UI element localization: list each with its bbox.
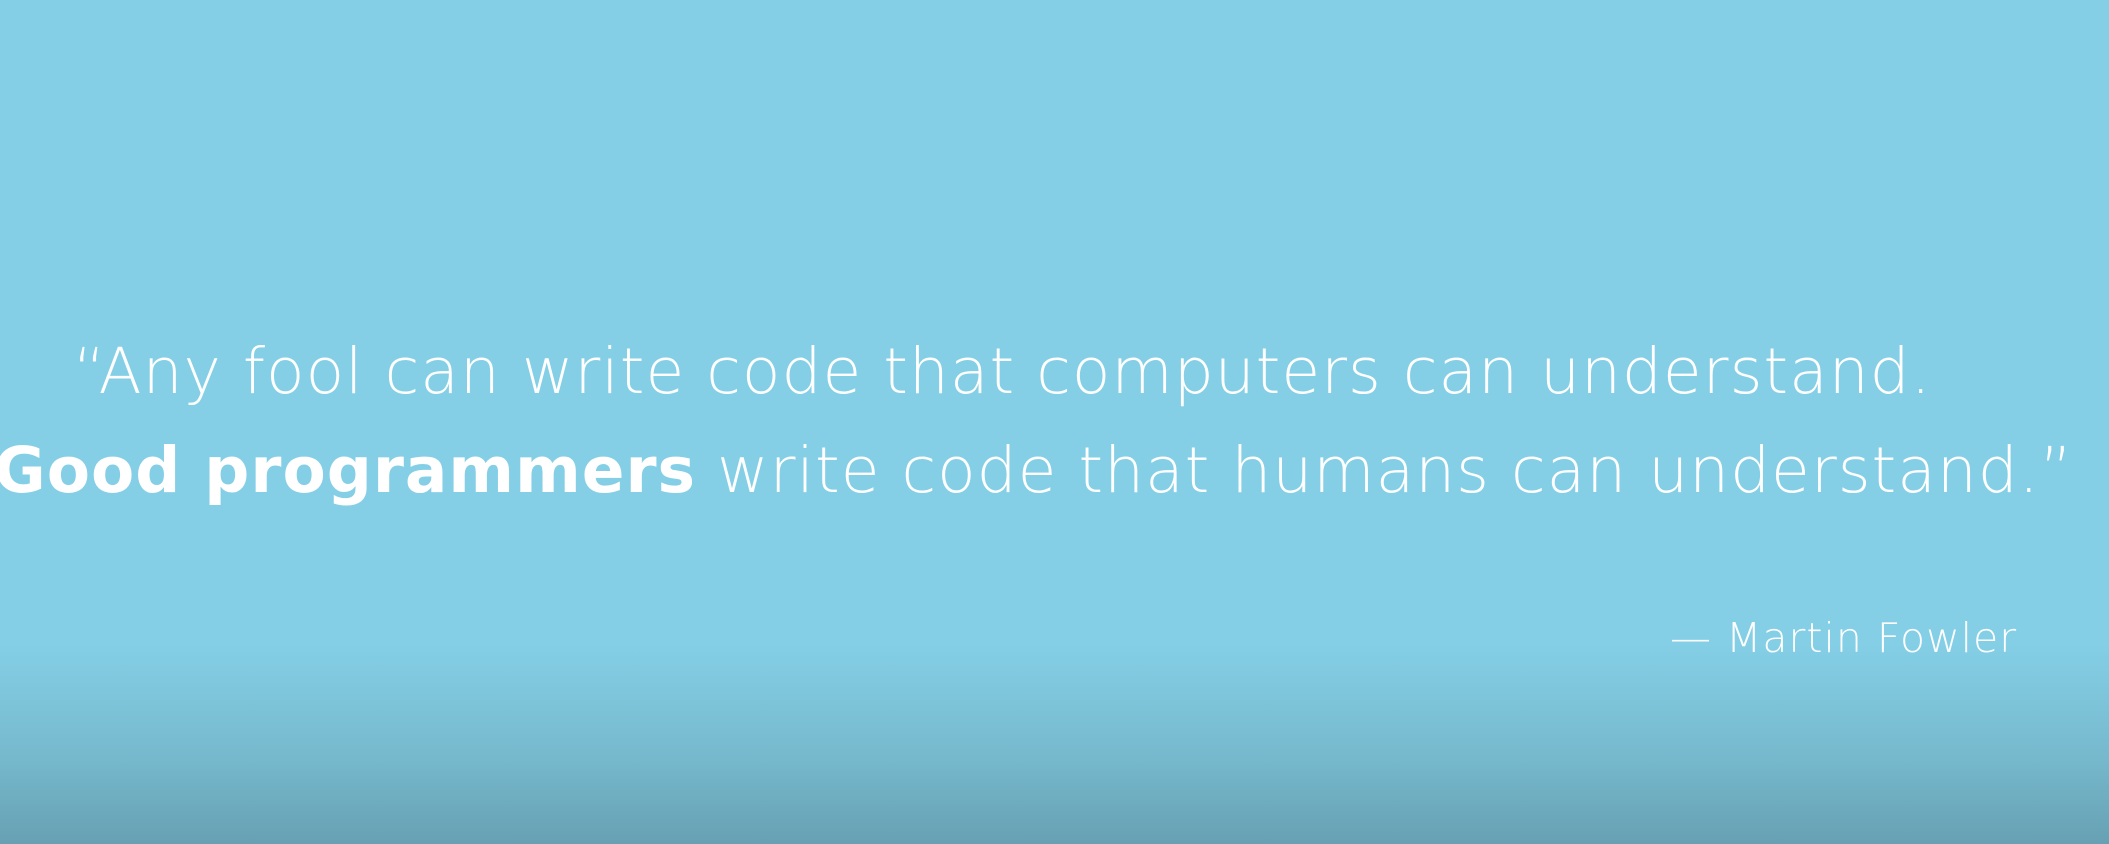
quote-line-1: “Any fool can write code that computers … (73, 335, 1932, 408)
bottom-gradient-shade (0, 644, 2109, 844)
quote-line-2-rest: write code that humans can understand.” (696, 434, 2074, 507)
quote-attribution: — Martin Fowler (1670, 614, 2018, 662)
quote-slide: “Any fool can write code that computers … (0, 0, 2109, 844)
quote-line-2: Good programmers write code that humans … (0, 439, 2073, 502)
quote-emphasis: Good programmers (0, 434, 697, 507)
